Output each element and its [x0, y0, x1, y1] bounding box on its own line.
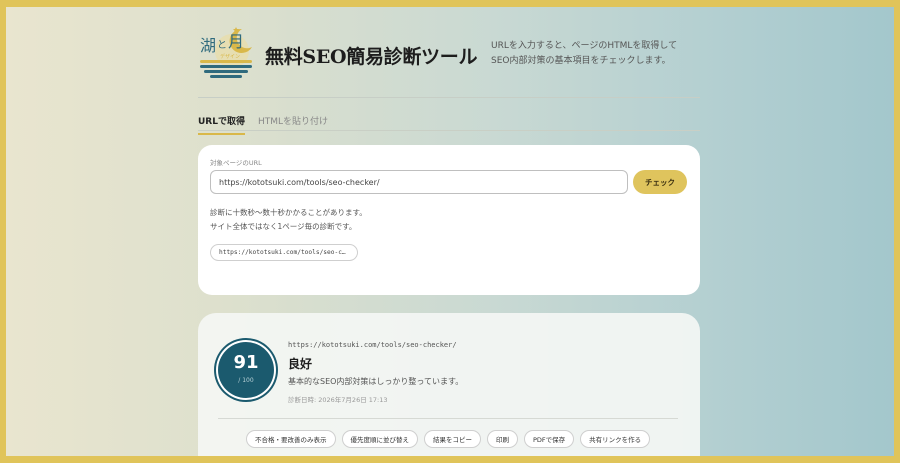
svg-text:と: と: [217, 39, 227, 51]
result-grade: 良好: [288, 357, 313, 371]
page-title: 無料SEO簡易診断ツール: [265, 46, 478, 68]
print-button[interactable]: 印刷: [487, 430, 518, 448]
page-viewport: 湖 と 月 デザイン 無料SEO簡易診断ツール URLを入力すると、ページのHT…: [6, 7, 894, 456]
copy-results-button[interactable]: 結果をコピー: [424, 430, 481, 448]
result-actions: 不合格・要改善のみ表示 優先度順に並び替え 結果をコピー 印刷 PDFで保存 共…: [246, 430, 651, 448]
tabs-divider: [198, 130, 700, 131]
page-description: URLを入力すると、ページのHTMLを取得してSEO内部対策の基本項目をチェック…: [491, 41, 678, 66]
sort-priority-button[interactable]: 優先度順に並び替え: [341, 430, 418, 448]
score-badge: 91 / 100: [218, 342, 274, 398]
score-value: 91: [233, 352, 259, 373]
url-form-card: 対象ページのURL チェック 診断に十数秒〜数十秒かかることがあります。 サイト…: [198, 145, 700, 295]
history-chip[interactable]: https://kototsuki.com/tools/seo-c…: [210, 244, 358, 261]
note-duration: 診断に十数秒〜数十秒かかることがあります。: [210, 208, 367, 217]
logo-icon[interactable]: 湖 と 月 デザイン: [198, 21, 256, 79]
header-divider: [198, 97, 700, 98]
svg-text:月: 月: [228, 32, 244, 51]
share-link-button[interactable]: 共有リンクを作る: [580, 430, 651, 448]
svg-text:湖: 湖: [200, 36, 216, 55]
result-summary: 基本的なSEO内部対策はしっかり整っています。: [288, 377, 464, 386]
url-input[interactable]: [210, 170, 628, 194]
result-url: https://kototsuki.com/tools/seo-checker/: [288, 341, 457, 349]
site-header: 湖 と 月 デザイン 無料SEO簡易診断ツール URLを入力すると、ページのHT…: [198, 15, 700, 98]
tab-url[interactable]: URLで取得: [198, 114, 245, 135]
check-button[interactable]: チェック: [633, 170, 687, 194]
score-max: / 100: [238, 377, 254, 384]
result-date: 診断日時: 2026年7月26日 17:13: [288, 396, 388, 404]
filter-failed-button[interactable]: 不合格・要改善のみ表示: [246, 430, 336, 448]
svg-text:デザイン: デザイン: [220, 53, 240, 60]
result-card: 91 / 100 https://kototsuki.com/tools/seo…: [198, 313, 700, 456]
save-pdf-button[interactable]: PDFで保存: [524, 430, 575, 448]
note-scope: サイト全体ではなく1ページ毎の診断です。: [210, 222, 357, 231]
url-field-label: 対象ページのURL: [210, 159, 262, 167]
result-divider: [218, 418, 678, 419]
